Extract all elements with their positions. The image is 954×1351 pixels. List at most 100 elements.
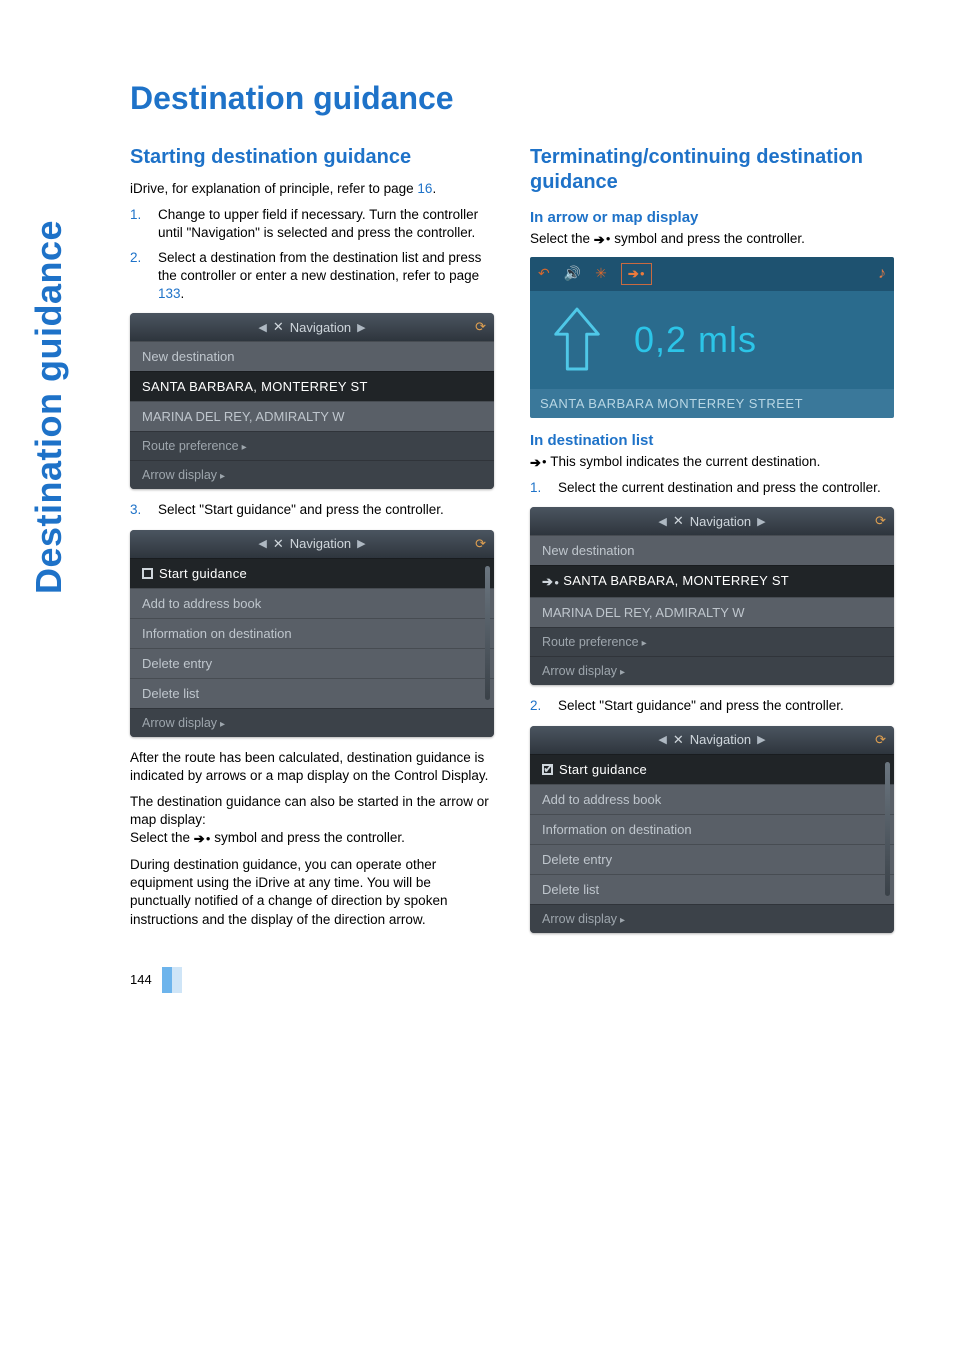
sub-destination-list: In destination list — [530, 432, 894, 449]
step-1-text: Change to upper field if necessary. Turn… — [158, 206, 494, 242]
row-delete-list: Delete list — [530, 874, 894, 904]
arrow-dot-icon — [594, 231, 611, 249]
row-marina: MARINA DEL REY, ADMIRALTY W — [530, 597, 894, 627]
r-step-2: 2. Select "Start guidance" and press the… — [530, 697, 894, 715]
step2-a: Select a destination from the destinatio… — [158, 250, 481, 283]
ss-title: Navigation — [290, 320, 351, 335]
row-new-destination: New destination — [530, 535, 894, 565]
section-terminating: Terminating/continuing destination guida… — [530, 145, 894, 195]
arrow-dot-icon — [542, 574, 559, 590]
row-info-dest: Information on destination — [130, 618, 494, 648]
row-arrow-display: Arrow display▸ — [130, 708, 494, 737]
music-note-icon: ♪ — [878, 265, 886, 283]
step-2-text: Select a destination from the destinatio… — [158, 249, 494, 304]
chevron-left-icon: ◀ — [658, 515, 666, 528]
arrow-dot-icon — [194, 830, 211, 848]
arrow-dot-box — [621, 263, 652, 285]
p2-text: This symbol indicates the current destin… — [547, 454, 821, 469]
nav-screenshot-2: ◀ ✕ Navigation ▶ ⟳ Start guidance Add to… — [130, 530, 494, 737]
ss-header: ◀ ✕ Navigation ▶ ⟳ — [530, 507, 894, 535]
p1-pre: Select the — [530, 231, 594, 246]
p-symbol-indicates: This symbol indicates the current destin… — [530, 453, 894, 472]
step-number: 2. — [130, 249, 148, 304]
page-number-bar: 144 — [130, 967, 894, 993]
row-arrow-display: Arrow display▸ — [530, 656, 894, 685]
section-starting: Starting destination guidance — [130, 145, 494, 170]
left-column: Starting destination guidance iDrive, fo… — [130, 145, 494, 945]
intro-text-a: iDrive, for explanation of principle, re… — [130, 181, 417, 196]
nav-sat-icon: ✕ — [673, 513, 684, 529]
checkbox-empty-icon — [142, 568, 153, 579]
step-3: 3. Select "Start guidance" and press the… — [130, 501, 494, 519]
ss-header: ◀ ✕ Navigation ▶ ⟳ — [530, 726, 894, 754]
para-also-started: The destination guidance can also be sta… — [130, 793, 494, 848]
ss-title: Navigation — [690, 732, 751, 747]
chevron-left-icon: ◀ — [658, 733, 666, 746]
r-step-1-text: Select the current destination and press… — [558, 479, 881, 497]
step-number: 3. — [130, 501, 148, 519]
chevron-left-icon: ◀ — [258, 537, 266, 550]
para2b-pre: Select the — [130, 830, 194, 845]
right-column: Terminating/continuing destination guida… — [530, 145, 894, 945]
step-number: 1. — [130, 206, 148, 242]
nav-screenshot-3: ◀ ✕ Navigation ▶ ⟳ New destination SANTA… — [530, 507, 894, 685]
step-2: 2. Select a destination from the destina… — [130, 249, 494, 304]
r-step-1: 1. Select the current destination and pr… — [530, 479, 894, 497]
row-route-pref: Route preference▸ — [530, 627, 894, 656]
para-during-guidance: During destination guidance, you can ope… — [130, 856, 494, 929]
intro-paragraph: iDrive, for explanation of principle, re… — [130, 180, 494, 198]
row-start-guidance: Start guidance — [130, 558, 494, 588]
row-arrow-display: Arrow display▸ — [530, 904, 894, 933]
row-marina: MARINA DEL REY, ADMIRALTY W — [130, 401, 494, 431]
row-arrow-display: Arrow display▸ — [130, 460, 494, 489]
side-tab: Destination guidance — [28, 220, 70, 594]
back-icon: ↶ — [538, 265, 550, 282]
sub-arrow-map: In arrow or map display — [530, 209, 894, 226]
para2a: The destination guidance can also be sta… — [130, 794, 489, 827]
step-number: 1. — [530, 479, 548, 497]
intro-text-b: . — [432, 181, 436, 196]
row-delete-entry: Delete entry — [530, 844, 894, 874]
step2-b: . — [181, 286, 185, 301]
p-select-symbol: Select the symbol and press the controll… — [530, 230, 894, 249]
row-route-pref: Route preference▸ — [130, 431, 494, 460]
map-mid: 0,2 mls — [530, 291, 894, 389]
map-street: SANTA BARBARA MONTERREY STREET — [530, 389, 894, 418]
row-new-destination: New destination — [130, 341, 494, 371]
ss-header: ◀ ✕ Navigation ▶ ⟳ — [130, 313, 494, 341]
para2b-post: symbol and press the controller. — [211, 830, 405, 845]
speaker-icon: 🔊 — [564, 265, 581, 282]
map-arrow-screenshot: ↶ 🔊 ✳ ♪ 0,2 mls SANTA BARBARA MONTERREY … — [530, 257, 894, 418]
nav-screenshot-1: ◀ ✕ Navigation ▶ ⟳ New destination SANTA… — [130, 313, 494, 489]
page-link-16[interactable]: 16 — [417, 181, 432, 196]
ss-title: Navigation — [690, 514, 751, 529]
nav-sat-icon: ✕ — [673, 732, 684, 748]
sat-icon: ✳ — [595, 265, 607, 282]
ss-header: ◀ ✕ Navigation ▶ ⟳ — [130, 530, 494, 558]
row-delete-list: Delete list — [130, 678, 494, 708]
row-delete-entry: Delete entry — [130, 648, 494, 678]
row-info-dest: Information on destination — [530, 814, 894, 844]
row-add-address: Add to address book — [130, 588, 494, 618]
page-bar-accent — [162, 967, 172, 993]
row-start-guidance: Start guidance — [530, 754, 894, 784]
r-step-2-text: Select "Start guidance" and press the co… — [558, 697, 844, 715]
chevron-right-icon: ▶ — [757, 515, 765, 528]
distance-value: 0,2 mls — [634, 319, 757, 361]
arrow-dot-icon — [530, 454, 547, 472]
row-santa-barbara: SANTA BARBARA, MONTERREY ST — [130, 371, 494, 401]
nav-screenshot-4: ◀ ✕ Navigation ▶ ⟳ Start guidance Add to… — [530, 726, 894, 933]
chevron-right-icon: ▶ — [357, 537, 365, 550]
clock-icon: ⟳ — [875, 513, 886, 529]
chevron-left-icon: ◀ — [258, 321, 266, 334]
chevron-right-icon: ▶ — [757, 733, 765, 746]
p1-post: symbol and press the controller. — [611, 231, 805, 246]
row-santa-barbara: SANTA BARBARA, MONTERREY ST — [530, 565, 894, 597]
clock-icon: ⟳ — [475, 536, 486, 552]
nav-sat-icon: ✕ — [273, 536, 284, 552]
page-link-133[interactable]: 133 — [158, 286, 181, 301]
clock-icon: ⟳ — [875, 732, 886, 748]
chevron-right-icon: ▶ — [357, 321, 365, 334]
clock-icon: ⟳ — [475, 319, 486, 335]
page-title: Destination guidance — [130, 80, 894, 117]
